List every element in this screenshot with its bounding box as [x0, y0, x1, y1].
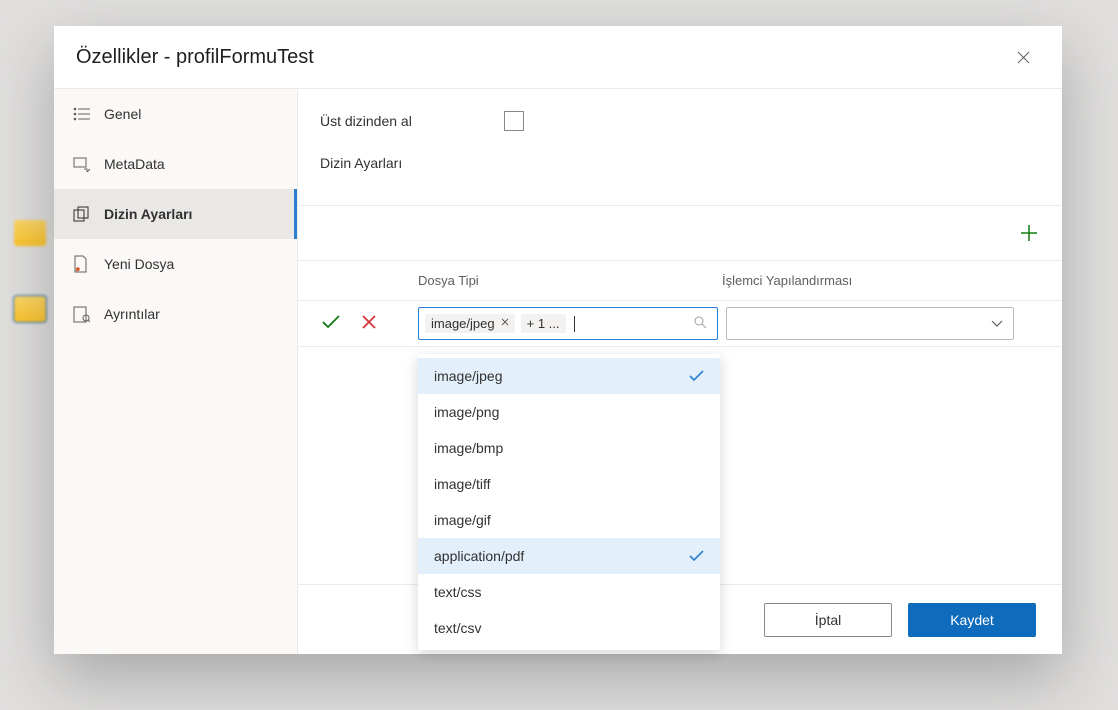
sidebar-item-label: Yeni Dosya: [104, 256, 174, 272]
dropdown-option-label: application/pdf: [434, 548, 524, 564]
background-folder-icon: [14, 296, 46, 322]
dropdown-option-label: image/gif: [434, 512, 491, 528]
inherit-from-parent-row: Üst dizinden al: [298, 111, 1062, 131]
chevron-down-icon: [991, 320, 1003, 328]
grid-toolbar: [298, 205, 1062, 261]
processor-select[interactable]: [726, 307, 1014, 340]
dialog-body: Genel MetaData Dizin A: [54, 88, 1062, 654]
dropdown-option-label: text/css: [434, 584, 481, 600]
check-icon: [322, 315, 340, 329]
file-type-cell: image/jpeg + 1 ...: [416, 307, 720, 340]
section-title: Dizin Ayarları: [298, 155, 1062, 171]
multiselect-search-input[interactable]: [572, 308, 712, 339]
overflow-tag[interactable]: + 1 ...: [521, 314, 566, 333]
grid-header: Dosya Tipi İşlemci Yapılandırması: [298, 261, 1062, 301]
check-icon: [689, 370, 704, 382]
remove-tag-button[interactable]: [501, 318, 509, 329]
sidebar-item-label: Dizin Ayarları: [104, 206, 192, 222]
dropdown-option-label: image/bmp: [434, 440, 503, 456]
save-button-label: Kaydet: [950, 612, 994, 628]
sidebar-item-new-file[interactable]: Yeni Dosya: [54, 239, 297, 289]
grid-row: image/jpeg + 1 ...: [298, 301, 1062, 347]
text-caret: [574, 316, 575, 332]
sidebar-item-label: Genel: [104, 106, 141, 122]
file-type-dropdown: image/jpeg image/png image/bmp image/tif…: [418, 354, 720, 650]
dropdown-option[interactable]: text/css: [418, 574, 720, 610]
dropdown-option[interactable]: image/tiff: [418, 466, 720, 502]
dropdown-option[interactable]: image/bmp: [418, 430, 720, 466]
processor-cell: [720, 307, 1062, 340]
dialog-content: Üst dizinden al Dizin Ayarları Dosya Tip…: [298, 89, 1062, 654]
dropdown-option-label: image/png: [434, 404, 499, 420]
sidebar-item-details[interactable]: Ayrıntılar: [54, 289, 297, 339]
grid-row-actions: [298, 315, 416, 332]
save-button[interactable]: Kaydet: [908, 603, 1036, 637]
background-folder-icon: [14, 220, 46, 246]
cancel-button-label: İptal: [815, 612, 841, 628]
sidebar-item-label: Ayrıntılar: [104, 306, 160, 322]
sidebar-item-metadata[interactable]: MetaData: [54, 139, 297, 189]
add-row-button[interactable]: [1016, 220, 1042, 246]
close-icon: [362, 315, 376, 329]
dialog-title: Özellikler - profilFormuTest: [76, 46, 314, 69]
inherit-label: Üst dizinden al: [320, 113, 412, 129]
sidebar-item-directory-settings[interactable]: Dizin Ayarları: [54, 189, 297, 239]
dialog-sidebar: Genel MetaData Dizin A: [54, 89, 298, 654]
inherit-checkbox[interactable]: [504, 111, 524, 131]
dropdown-option-label: image/tiff: [434, 476, 491, 492]
tag-label: image/jpeg: [431, 316, 495, 331]
dropdown-option-label: text/csv: [434, 620, 481, 636]
close-button[interactable]: [1006, 40, 1040, 74]
grid-header-file-type: Dosya Tipi: [416, 273, 720, 288]
delete-row-button[interactable]: [362, 315, 376, 332]
file-type-multiselect[interactable]: image/jpeg + 1 ...: [418, 307, 718, 340]
overflow-label: + 1 ...: [527, 316, 560, 331]
search-icon: [694, 316, 707, 332]
plus-icon: [1020, 224, 1038, 242]
dropdown-option[interactable]: text/csv: [418, 610, 720, 646]
grid-header-processor: İşlemci Yapılandırması: [720, 273, 1062, 288]
new-file-icon: [72, 255, 90, 273]
selected-tag[interactable]: image/jpeg: [425, 314, 515, 333]
dropdown-option[interactable]: image/gif: [418, 502, 720, 538]
metadata-icon: [72, 155, 90, 173]
dropdown-option-label: image/jpeg: [434, 368, 503, 384]
dropdown-option[interactable]: image/png: [418, 394, 720, 430]
details-icon: [72, 305, 90, 323]
copy-icon: [72, 205, 90, 223]
check-icon: [689, 550, 704, 562]
sidebar-item-general[interactable]: Genel: [54, 89, 297, 139]
list-icon: [72, 105, 90, 123]
sidebar-item-label: MetaData: [104, 156, 165, 172]
confirm-row-button[interactable]: [322, 315, 340, 332]
dropdown-option[interactable]: image/jpeg: [418, 358, 720, 394]
close-icon: [1017, 51, 1030, 64]
dialog-header: Özellikler - profilFormuTest: [54, 26, 1062, 88]
properties-dialog: Özellikler - profilFormuTest Genel: [54, 26, 1062, 654]
dropdown-option[interactable]: application/pdf: [418, 538, 720, 574]
cancel-button[interactable]: İptal: [764, 603, 892, 637]
close-icon: [501, 318, 509, 326]
